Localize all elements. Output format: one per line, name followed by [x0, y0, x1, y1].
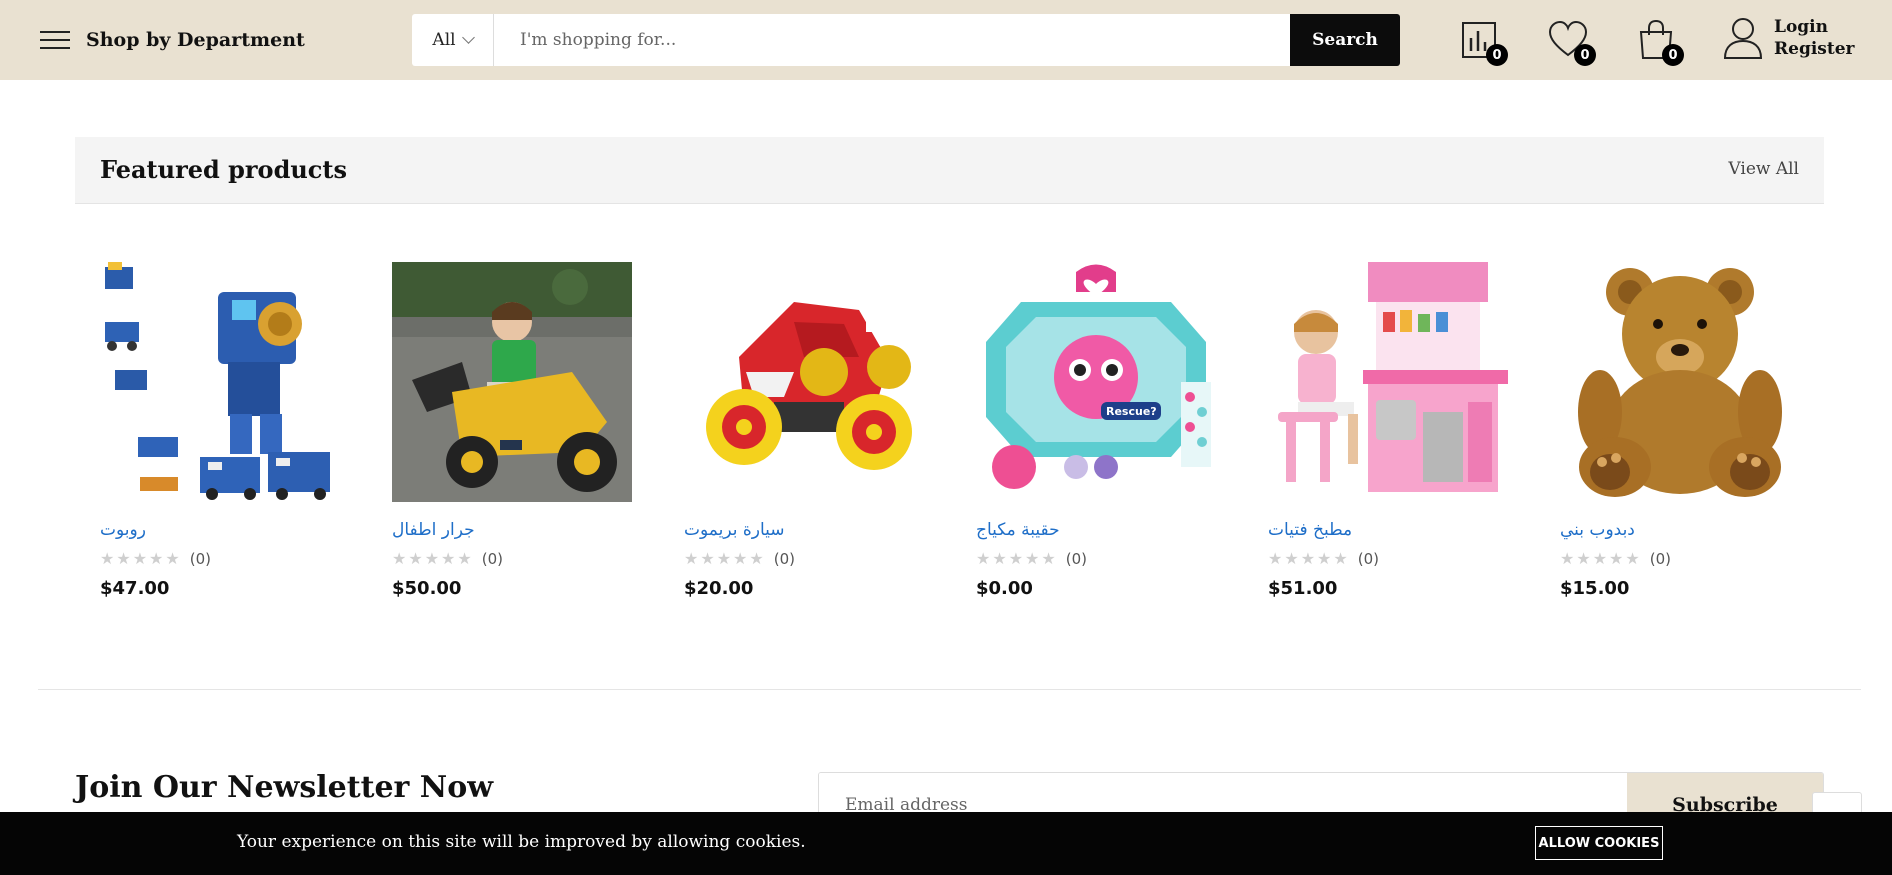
wishlist-count-badge: 0 [1574, 44, 1596, 66]
view-all-link[interactable]: View All [1728, 159, 1799, 179]
compare-count-badge: 0 [1486, 44, 1508, 66]
rating-count: (0) [481, 550, 503, 568]
hamburger-menu-icon [40, 29, 70, 51]
product-card: B سيارة بريموت ★ ★ ★ ★ ★ (0) $20.00 [684, 262, 924, 599]
rating-count: (0) [1357, 550, 1379, 568]
product-price: $15.00 [1560, 578, 1630, 599]
product-card: جرار اطفال ★ ★ ★ ★ ★ (0) $50.00 [392, 262, 632, 599]
product-rating: ★ ★ ★ ★ ★ (0) [976, 550, 1216, 568]
star-rating-icon: ★ ★ ★ ★ ★ [100, 549, 180, 568]
login-link[interactable]: Login [1774, 16, 1854, 38]
search-button[interactable]: Search [1290, 14, 1400, 66]
cookie-message: Your experience on this site will be imp… [237, 832, 806, 852]
product-card: Rescue? حقيبة مكياج ★ ★ ★ ★ ★ (0) $0.00 [976, 262, 1216, 599]
rating-count: (0) [1065, 550, 1087, 568]
wishlist-button[interactable]: 0 [1548, 18, 1596, 66]
product-image-tractor[interactable] [392, 262, 632, 502]
svg-text:B: B [864, 313, 881, 338]
star-rating-icon: ★ ★ ★ ★ ★ [976, 549, 1056, 568]
search-category-label: All [432, 30, 456, 50]
product-price: $0.00 [976, 578, 1033, 599]
product-price: $51.00 [1268, 578, 1338, 599]
product-name-link[interactable]: مطبخ فتيات [1268, 520, 1508, 542]
product-name-link[interactable]: جرار اطفال [392, 520, 632, 542]
rating-count: (0) [1649, 550, 1671, 568]
product-price: $47.00 [100, 578, 170, 599]
account-area: Login Register [1722, 16, 1854, 60]
product-rating: ★ ★ ★ ★ ★ (0) [684, 550, 924, 568]
featured-title: Featured products [100, 155, 348, 184]
featured-header: Featured products View All [75, 137, 1824, 204]
search-category-select[interactable]: All [412, 14, 494, 66]
product-card: مطبخ فتيات ★ ★ ★ ★ ★ (0) $51.00 [1268, 262, 1508, 599]
star-rating-icon: ★ ★ ★ ★ ★ [1268, 549, 1348, 568]
site-header: Shop by Department All Search 0 0 0 [0, 0, 1892, 80]
shop-by-department-menu[interactable]: Shop by Department [40, 24, 305, 56]
product-name-link[interactable]: سيارة بريموت [684, 520, 924, 542]
register-link[interactable]: Register [1774, 38, 1854, 60]
newsletter-title: Join Our Newsletter Now [75, 770, 494, 805]
product-image-toy-case[interactable]: Rescue? [976, 262, 1216, 502]
product-rating: ★ ★ ★ ★ ★ (0) [100, 550, 340, 568]
allow-cookies-button[interactable]: ALLOW COOKIES [1535, 826, 1663, 860]
svg-text:Rescue?: Rescue? [1106, 405, 1157, 418]
product-image-kitchen[interactable] [1268, 262, 1508, 502]
product-image-teddy-bear[interactable] [1560, 262, 1800, 502]
section-divider [38, 689, 1861, 690]
search-input[interactable] [494, 14, 1290, 66]
product-name-link[interactable]: حقيبة مكياج [976, 520, 1216, 542]
product-rating: ★ ★ ★ ★ ★ (0) [392, 550, 632, 568]
cart-button[interactable]: 0 [1636, 18, 1684, 66]
product-rating: ★ ★ ★ ★ ★ (0) [1560, 550, 1800, 568]
search-bar: All Search [412, 14, 1400, 66]
star-rating-icon: ★ ★ ★ ★ ★ [684, 549, 764, 568]
product-card: دبدوب بني ★ ★ ★ ★ ★ (0) $15.00 [1560, 262, 1800, 599]
rating-count: (0) [189, 550, 211, 568]
product-rating: ★ ★ ★ ★ ★ (0) [1268, 550, 1508, 568]
star-rating-icon: ★ ★ ★ ★ ★ [1560, 549, 1640, 568]
product-image-rc-car[interactable]: B [684, 262, 924, 502]
product-price: $50.00 [392, 578, 462, 599]
product-price: $20.00 [684, 578, 754, 599]
product-image-robot[interactable] [100, 262, 340, 502]
rating-count: (0) [773, 550, 795, 568]
cookie-consent-bar: Your experience on this site will be imp… [0, 812, 1892, 875]
star-rating-icon: ★ ★ ★ ★ ★ [392, 549, 472, 568]
department-label: Shop by Department [86, 29, 305, 51]
user-icon [1723, 18, 1763, 59]
chevron-down-icon [461, 31, 475, 44]
cart-count-badge: 0 [1662, 44, 1684, 66]
product-card: روبوت ★ ★ ★ ★ ★ (0) $47.00 [100, 262, 340, 599]
product-name-link[interactable]: دبدوب بني [1560, 520, 1800, 542]
product-name-link[interactable]: روبوت [100, 520, 340, 542]
compare-button[interactable]: 0 [1460, 18, 1508, 66]
